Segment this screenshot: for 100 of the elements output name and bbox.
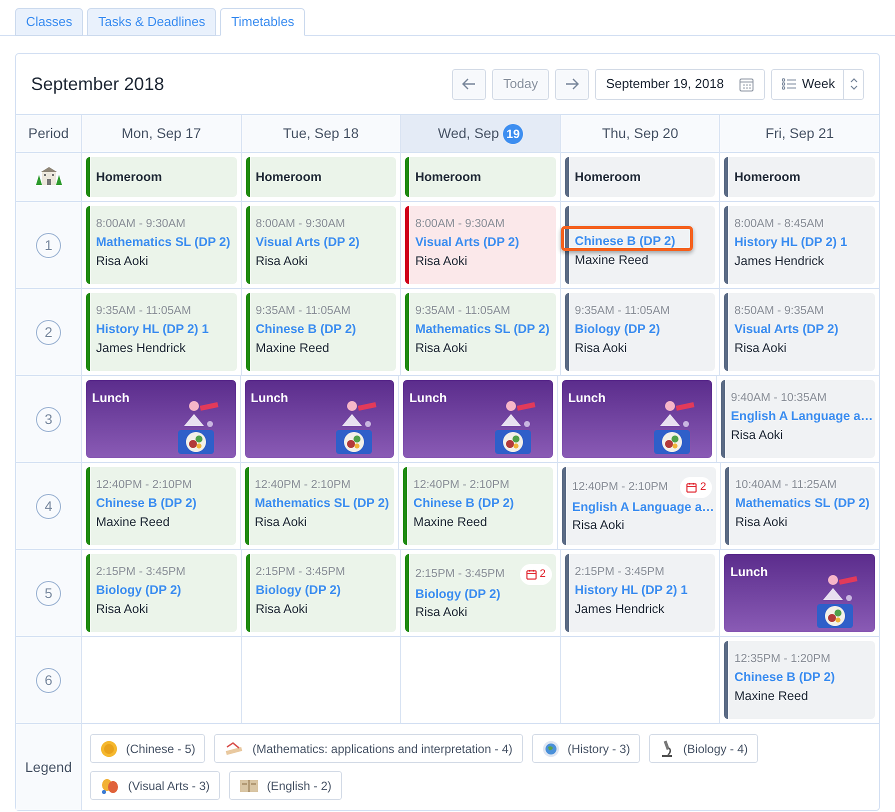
teacher-name: Risa Aoki (572, 517, 626, 534)
class-link[interactable]: History HL (DP 2) 1 (734, 233, 873, 252)
date-field[interactable]: September 19, 2018 (595, 68, 765, 100)
teacher-name: Maxine Reed (734, 688, 810, 705)
teacher-name: Risa Aoki (734, 340, 788, 357)
teacher-name: James Hendrick (574, 601, 666, 618)
class-link[interactable]: Chinese B (DP 2) (413, 494, 552, 513)
lunch-title: Lunch (92, 391, 130, 405)
lunch-title: Lunch (409, 391, 447, 405)
class-link[interactable]: Biology (DP 2) (415, 584, 554, 604)
class-link[interactable]: Visual Arts (DP 2) (415, 233, 554, 252)
class-link[interactable]: Visual Arts (DP 2) (256, 233, 394, 252)
teacher-name: Maxine Reed (413, 514, 488, 531)
time-text: 12:40PM - 2:10PM (254, 478, 351, 493)
teacher-name: Maxine Reed (96, 514, 171, 531)
class-link[interactable]: Chinese B (DP 2) (256, 320, 394, 339)
column-header: Wed, Sep 19 (400, 115, 560, 152)
time-text: 8:00AM - 9:30AM (96, 217, 186, 232)
time-text: 9:35AM - 11:05AM (256, 304, 351, 319)
legend-chip: (Biology - 4) (649, 734, 758, 763)
class-title: Homeroom (256, 170, 322, 184)
teacher-name: Risa Aoki (256, 253, 309, 270)
class-link[interactable]: Mathematics SL (DP 2) (735, 494, 873, 513)
time-text: 9:35AM - 11:05AM (96, 304, 192, 319)
time-text: 8:00AM - 9:30AM (256, 217, 346, 232)
teacher-name: Risa Aoki (415, 253, 468, 270)
class-title: Homeroom (96, 170, 162, 184)
view-select[interactable]: Week (771, 68, 864, 100)
class-link[interactable]: Chinese B (DP 2) (96, 494, 234, 513)
teacher-name: Risa Aoki (735, 514, 788, 531)
teacher-name: Risa Aoki (574, 340, 628, 357)
column-header: Thu, Sep 20 (560, 115, 720, 152)
legend-chip: (Mathematics: applications and interpretation - 4) (214, 734, 522, 763)
period-number: 1 (36, 232, 61, 258)
time-text: 9:35AM - 11:05AM (574, 304, 670, 319)
teacher-name: Maxine Reed (256, 340, 330, 357)
time-text: 2:15PM - 3:45PM (574, 565, 664, 580)
class-link[interactable]: Mathematics SL (DP 2) (415, 320, 554, 339)
updown-chevron-icon (848, 76, 858, 92)
time-text: 12:40PM - 2:10PM (413, 478, 510, 493)
globe-icon (542, 740, 560, 758)
teacher-name: Risa Aoki (96, 253, 150, 270)
legend-chip: (History - 3) (532, 734, 640, 763)
period-number: 6 (36, 668, 61, 692)
time-text: 12:40PM - 2:10PM (572, 480, 668, 495)
next-button[interactable] (555, 68, 589, 100)
column-header: Period (16, 115, 81, 152)
class-link[interactable]: Mathematics SL (DP 2) (96, 233, 235, 252)
class-link[interactable]: History HL (DP 2) 1 (96, 320, 235, 339)
time-text: 12:35PM - 1:20PM (734, 652, 830, 667)
class-link[interactable]: Visual Arts (DP 2) (734, 320, 873, 339)
class-link[interactable]: English A Language a… (572, 498, 714, 516)
teacher-name: Risa Aoki (254, 514, 308, 531)
teacher-name: Risa Aoki (415, 604, 468, 622)
period-number: 2 (36, 320, 61, 344)
class-link[interactable]: Chinese B (DP 2) (574, 232, 714, 251)
time-text: 9:35AM - 11:05AM (415, 304, 510, 319)
previous-button[interactable] (452, 68, 486, 100)
time-text: 12:40PM - 2:10PM (96, 478, 192, 493)
tab[interactable]: Classes (15, 8, 84, 36)
time-text: 2:15PM - 3:45PM (415, 566, 505, 582)
lunch-title: Lunch (730, 565, 768, 579)
time-text: 8:50AM - 9:35AM (734, 304, 824, 319)
class-link[interactable]: Mathematics SL (DP 2) (254, 494, 392, 513)
today-button[interactable]: Today (492, 68, 549, 100)
time-text: 8:00AM - 9:30AM (415, 217, 505, 232)
tab[interactable]: Timetables (220, 8, 306, 36)
class-link[interactable]: History HL (DP 2) 1 (574, 581, 714, 600)
lunch-title: Lunch (250, 391, 288, 405)
time-text: 9:40AM - 10:35AM (730, 391, 827, 406)
teacher-name: James Hendrick (734, 253, 826, 270)
period-number: 3 (36, 406, 61, 432)
month-title: September 2018 (31, 72, 164, 96)
period-number: 5 (36, 580, 61, 606)
teacher-name: Maxine Reed (574, 252, 650, 269)
class-link[interactable]: Biology (DP 2) (574, 320, 714, 339)
left-arrow-icon (462, 78, 476, 90)
time-text: 2:15PM - 3:45PM (256, 565, 346, 580)
book-icon (238, 778, 259, 794)
teacher-name: Risa Aoki (730, 427, 784, 444)
legend-label: Legend (25, 758, 72, 777)
calendar-icon (686, 482, 698, 493)
class-title: Homeroom (415, 170, 482, 184)
class-link[interactable]: English A Language a… (730, 407, 873, 426)
tab[interactable]: Tasks & Deadlines (87, 8, 216, 36)
teacher-name: Risa Aoki (256, 601, 309, 618)
class-title: Homeroom (574, 170, 641, 184)
time-text: 2:15PM - 3:45PM (96, 565, 186, 580)
calendar-icon (526, 568, 537, 580)
calendar-icon (739, 76, 754, 92)
column-header: Fri, Sep 21 (719, 115, 879, 152)
legend-chip: (Chinese - 5) (90, 734, 206, 763)
class-link[interactable]: Biology (DP 2) (256, 581, 394, 600)
period-number: 4 (36, 494, 61, 518)
legend-chip: (English - 2) (228, 771, 342, 800)
legend-chip: (Visual Arts - 3) (90, 771, 220, 800)
class-link[interactable]: Biology (DP 2) (96, 581, 235, 600)
time-text: 8:00AM - 8:45AM (734, 217, 824, 232)
column-header: Tue, Sep 18 (240, 115, 400, 152)
class-link[interactable]: Chinese B (DP 2) (734, 668, 873, 687)
